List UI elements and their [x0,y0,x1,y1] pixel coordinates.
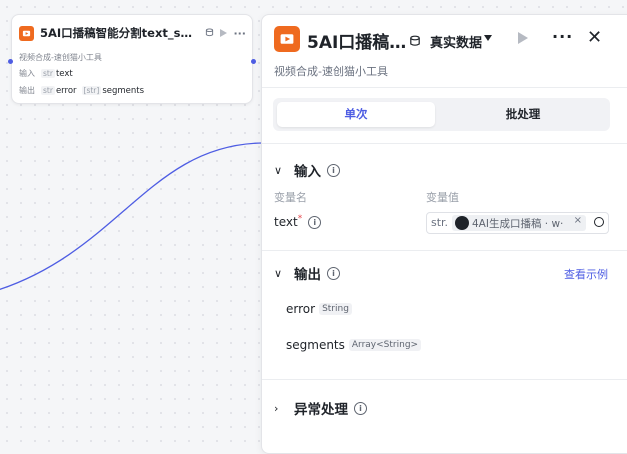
variable-value-field[interactable]: str. 4AI生成口播稿 · w· × [426,212,609,234]
divider [262,143,627,144]
video-plugin-icon [274,26,300,52]
database-icon[interactable] [409,32,421,51]
chevron-down-icon: ∨ [274,163,283,177]
node-title: 5AI口播稿智能分割text_split… [40,26,192,40]
run-icon[interactable] [220,29,228,37]
info-icon[interactable]: i [354,401,367,415]
chevron-right-icon: › [274,401,279,415]
divider [262,250,627,251]
database-icon[interactable] [205,27,214,40]
output-port[interactable] [251,59,256,64]
output-item-error: error String [286,302,352,316]
data-mode-select[interactable]: 真实数据 [430,32,482,51]
panel-subtitle: 视频合成-速创猫小工具 [274,65,388,78]
chevron-down-icon[interactable] [484,35,492,41]
info-icon[interactable]: i [327,163,340,177]
variable-name: text * i [274,214,322,229]
divider [262,87,627,88]
more-icon[interactable]: ··· [233,27,246,40]
column-header-name: 变量名 [274,191,307,204]
input-port[interactable] [8,59,13,64]
input-section-header[interactable]: ∨ 输入 i [274,160,340,180]
tab-single[interactable]: 单次 [277,102,435,127]
output-item-segments: segments Array<String> [286,338,422,352]
reference-chip[interactable]: 4AI生成口播稿 · w· × [452,215,586,231]
variable-picker-icon[interactable] [594,217,604,227]
divider [262,379,627,380]
workflow-node[interactable]: 5AI口播稿智能分割text_split… ··· 视频合成-速创猫小工具 输入… [8,14,256,104]
node-outputs-row: 输出 str error [str] segments [19,85,145,96]
tab-batch[interactable]: 批处理 [439,102,607,127]
see-example-link[interactable]: 查看示例 [564,266,608,282]
node-description: 视频合成-速创猫小工具 [19,53,102,62]
clear-icon[interactable]: × [574,215,582,226]
exception-section-header[interactable]: › 异常处理 i [274,398,367,418]
node-inputs-row: 输入 str text [19,68,73,79]
chevron-down-icon: ∨ [274,266,283,280]
source-node-avatar [455,216,469,230]
info-icon[interactable]: i [308,215,322,229]
node-test-panel: 5AI口播稿… 真实数据 ··· ✕ 视频合成-速创猫小工具 单次 批处理 ∨ … [261,14,627,454]
mode-tabs: 单次 批处理 [273,98,610,131]
video-plugin-icon [19,25,34,41]
output-section-header[interactable]: ∨ 输出 i [274,263,340,283]
info-icon[interactable]: i [327,266,340,280]
column-header-value: 变量值 [426,191,459,204]
close-icon[interactable]: ✕ [587,27,602,48]
more-icon[interactable]: ··· [552,27,573,46]
run-icon[interactable] [518,32,528,44]
panel-title: 5AI口播稿… [307,33,407,53]
